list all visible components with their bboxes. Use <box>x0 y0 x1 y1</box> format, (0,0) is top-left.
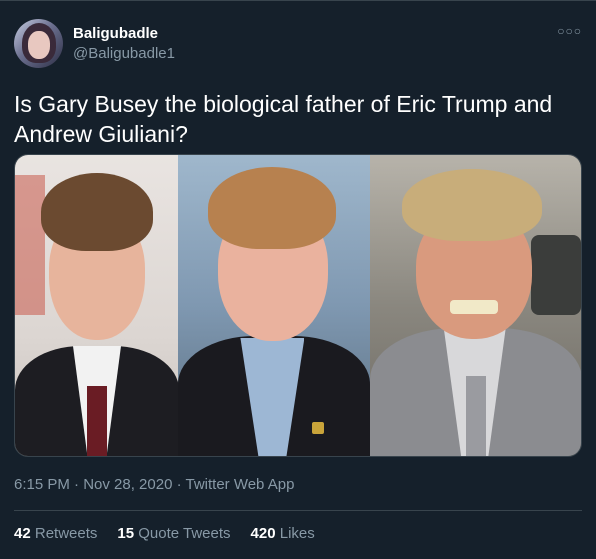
stat-retweets[interactable]: 42 Retweets <box>14 524 97 544</box>
avatar[interactable] <box>14 19 63 68</box>
tweet-text: Is Gary Busey the biological father of E… <box>14 91 553 147</box>
more-horizontal-icon[interactable]: ○○○ <box>557 25 582 37</box>
divider <box>14 510 582 511</box>
photo-panel-left <box>15 155 179 456</box>
stat-quote-tweets[interactable]: 15 Quote Tweets <box>117 524 230 544</box>
tweet-stats: 42 Retweets 15 Quote Tweets 420 Likes <box>14 524 315 544</box>
user-handle[interactable]: @Baligubadle1 <box>73 44 175 64</box>
stat-count: 420 <box>250 525 276 542</box>
stat-label: Quote Tweets <box>138 525 231 542</box>
stat-count: 15 <box>117 525 135 542</box>
tweet-timestamp-source[interactable]: 6:15 PM · Nov 28, 2020 · Twitter Web App <box>14 475 294 495</box>
user-names: Baligubadle @Baligubadle1 <box>73 24 175 64</box>
stat-label: Likes <box>279 525 315 542</box>
tweet-media-image[interactable] <box>14 154 582 457</box>
avatar-face <box>28 31 50 59</box>
stat-label: Retweets <box>34 525 98 542</box>
stat-count: 42 <box>14 525 31 542</box>
tweet-card: Baligubadle @Baligubadle1 ○○○ Is Gary Bu… <box>0 0 596 559</box>
photo-panel-middle <box>178 155 370 456</box>
photo-panel-right <box>369 155 581 456</box>
stat-likes[interactable]: 420 Likes <box>251 524 315 544</box>
tweet-header: Baligubadle @Baligubadle1 <box>14 19 175 68</box>
display-name[interactable]: Baligubadle <box>73 24 175 44</box>
